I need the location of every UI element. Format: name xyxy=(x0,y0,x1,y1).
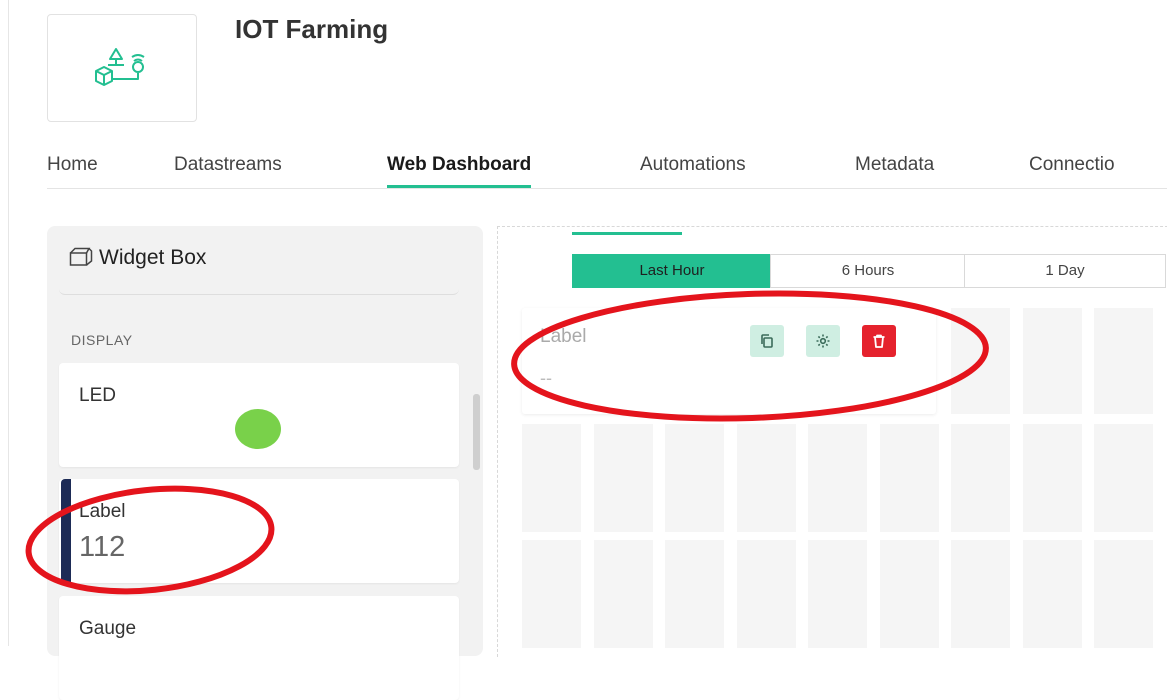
grid-cell xyxy=(665,540,724,648)
delete-button[interactable] xyxy=(862,325,896,357)
grid-cell xyxy=(1022,308,1082,414)
template-image[interactable] xyxy=(47,14,197,122)
widget-title: Label xyxy=(79,501,126,522)
grid-cell xyxy=(879,424,939,532)
time-range-6-hours[interactable]: 6 Hours xyxy=(770,254,966,288)
gear-icon xyxy=(816,334,830,348)
widget-gauge[interactable]: Gauge xyxy=(59,596,459,700)
led-dot-icon xyxy=(235,409,281,449)
widget-box-title: Widget Box xyxy=(99,246,207,269)
tab-automations[interactable]: Automations xyxy=(640,154,746,176)
grid-cell xyxy=(736,540,796,648)
tab-connections[interactable]: Connectio xyxy=(1029,154,1115,176)
widget-label[interactable]: Label 112 xyxy=(59,479,459,583)
grid-cell xyxy=(1094,308,1153,414)
time-range-selector: Last Hour 6 Hours 1 Day xyxy=(572,254,1167,288)
divider xyxy=(59,288,459,295)
grid-cell xyxy=(808,540,867,648)
grid-cell xyxy=(593,424,653,532)
widget-led[interactable]: LED xyxy=(59,363,459,467)
grid-cell xyxy=(951,308,1010,414)
grid-cell xyxy=(1094,424,1153,532)
grid-cell xyxy=(951,540,1010,648)
grid-cell xyxy=(1022,540,1082,648)
selected-accent xyxy=(61,479,71,583)
tab-datastreams[interactable]: Datastreams xyxy=(174,154,282,176)
widget-title: LED xyxy=(79,385,116,406)
widget-box-panel: Widget Box DISPLAY LED Label 112 Gauge xyxy=(47,226,483,700)
tab-home[interactable]: Home xyxy=(47,154,98,176)
grid-cell xyxy=(808,424,867,532)
label-widget-title: Label xyxy=(540,326,587,347)
trash-icon xyxy=(873,334,885,348)
time-range-1-day[interactable]: 1 Day xyxy=(964,254,1166,288)
copy-icon xyxy=(761,334,773,348)
template-tabs: Home Datastreams Web Dashboard Automatio… xyxy=(47,148,1167,189)
copy-button[interactable] xyxy=(750,325,784,357)
grid-cell xyxy=(522,424,581,532)
tab-metadata[interactable]: Metadata xyxy=(855,154,934,176)
grid-cell xyxy=(879,540,939,648)
grid-cell xyxy=(1022,424,1082,532)
grid-cell xyxy=(522,540,581,648)
device-template-icon xyxy=(95,48,145,86)
settings-button[interactable] xyxy=(806,325,840,357)
grid-cell xyxy=(665,424,724,532)
label-widget-value: -- xyxy=(540,368,552,388)
grid-cell xyxy=(1094,540,1153,648)
time-range-last-hour[interactable]: Last Hour xyxy=(572,254,772,288)
left-border xyxy=(8,0,9,646)
grid-cell xyxy=(593,540,653,648)
tab-web-dashboard[interactable]: Web Dashboard xyxy=(387,154,532,188)
widget-box-icon xyxy=(69,247,93,266)
label-value: 112 xyxy=(79,531,126,563)
section-heading: DISPLAY xyxy=(71,332,133,348)
grid-cell xyxy=(951,424,1010,532)
widget-box-header: Widget Box xyxy=(69,246,206,270)
grid-cell xyxy=(736,424,796,532)
widget-title: Gauge xyxy=(79,618,137,639)
canvas-tab-indicator xyxy=(572,232,682,235)
page-title: IOT Farming xyxy=(235,14,389,44)
scrollbar[interactable] xyxy=(473,394,480,470)
dashboard-label-widget[interactable]: Label -- xyxy=(522,308,936,414)
